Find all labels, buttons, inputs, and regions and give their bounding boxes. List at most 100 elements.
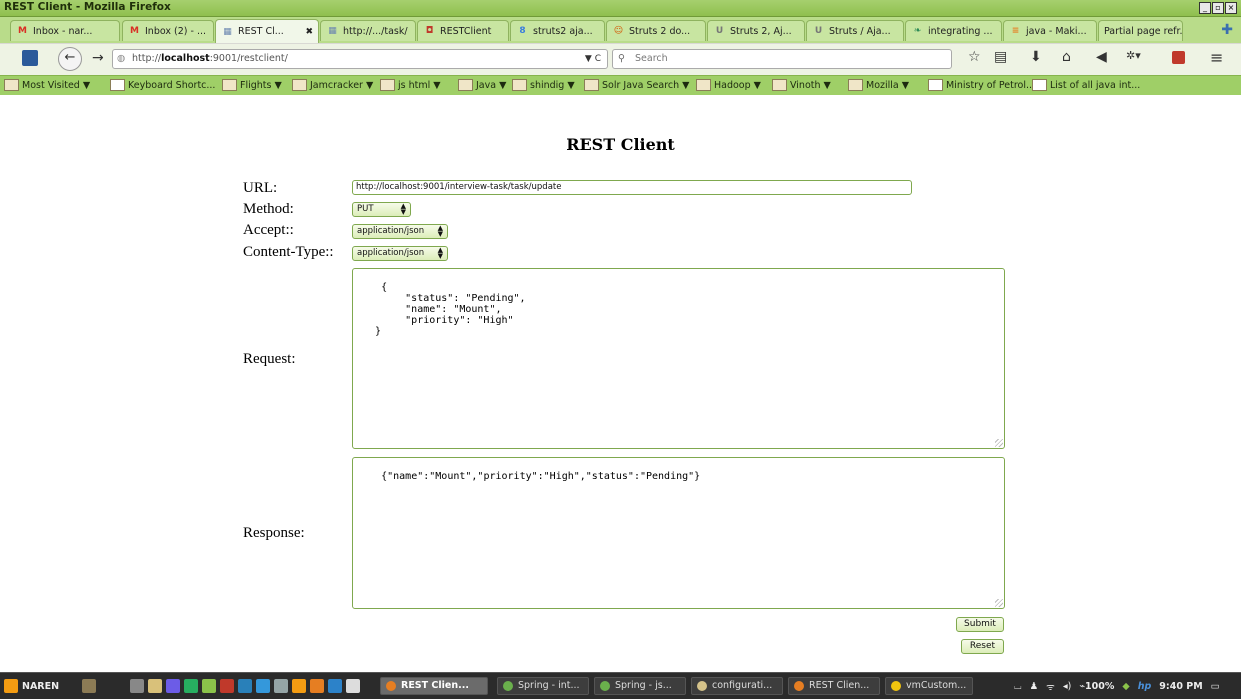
download-icon[interactable]: ⬇ bbox=[1030, 49, 1042, 65]
taskbar-app-3[interactable]: configurati... bbox=[691, 677, 783, 695]
tab-strip: ✚ M Inbox - nar... M Inbox (2) - ... ▦ REST C… bbox=[0, 17, 1241, 43]
home-folder-icon[interactable] bbox=[82, 679, 96, 693]
response-body: {"name":"Mount","priority":"High","statu… bbox=[381, 471, 701, 482]
bookmark-3[interactable]: Jamcracker ▼ bbox=[292, 79, 373, 91]
hamburger-menu-icon[interactable]: ≡ bbox=[1210, 48, 1223, 67]
request-textarea[interactable]: { "status": "Pending", "name": "Mount", … bbox=[352, 268, 1005, 449]
bookmark-12[interactable]: List of all java int... bbox=[1032, 79, 1140, 91]
battery-icon[interactable]: ⌁100% bbox=[1079, 681, 1114, 692]
tab-8[interactable]: U Struts / Aja... bbox=[806, 20, 904, 41]
bookmark-4[interactable]: js html ▼ bbox=[380, 79, 441, 91]
taskbar-app-1[interactable]: Spring - int... bbox=[497, 677, 589, 695]
volume-icon[interactable]: ◂) bbox=[1063, 681, 1071, 692]
taskbar-app-5[interactable]: vmCustom... bbox=[885, 677, 973, 695]
bookmark-0[interactable]: Most Visited ▼ bbox=[4, 79, 90, 91]
bookmark-9[interactable]: Vinoth ▼ bbox=[772, 79, 831, 91]
bookmark-2[interactable]: Flights ▼ bbox=[222, 79, 282, 91]
response-textarea[interactable]: {"name":"Mount","priority":"High","statu… bbox=[352, 457, 1005, 609]
resize-grip-icon[interactable] bbox=[995, 439, 1003, 447]
url-bar[interactable]: ◍ http://localhost:9001/restclient/ ▼ C bbox=[112, 49, 608, 69]
method-select[interactable]: PUT ▲ ▼ bbox=[352, 202, 411, 217]
bookmark-10[interactable]: Mozilla ▼ bbox=[848, 79, 909, 91]
app-icon[interactable] bbox=[346, 679, 360, 693]
tab-label: RESTClient bbox=[440, 25, 492, 37]
user-icon[interactable]: ♟ bbox=[1030, 681, 1039, 692]
reading-list-icon[interactable]: ▤ bbox=[994, 49, 1007, 65]
app-icon[interactable] bbox=[184, 679, 198, 693]
new-tab-icon[interactable]: ✚ bbox=[1221, 22, 1233, 38]
app-icon[interactable] bbox=[328, 679, 342, 693]
tab-1[interactable]: M Inbox (2) - ... bbox=[122, 20, 214, 41]
app-icon[interactable] bbox=[292, 679, 306, 693]
firefox-icon[interactable] bbox=[310, 679, 324, 693]
minimize-button[interactable]: _ bbox=[1199, 2, 1211, 14]
bookmark-5[interactable]: Java ▼ bbox=[458, 79, 506, 91]
window-controls: _ ▫ × bbox=[1199, 2, 1237, 14]
maximize-button[interactable]: ▫ bbox=[1212, 2, 1224, 14]
bookmark-6[interactable]: shindig ▼ bbox=[512, 79, 575, 91]
folder-icon bbox=[380, 79, 395, 91]
method-value: PUT bbox=[357, 204, 374, 214]
skype-icon[interactable] bbox=[256, 679, 270, 693]
taskbar-app-label: Spring - js... bbox=[615, 680, 672, 691]
tab-0[interactable]: M Inbox - nar... bbox=[10, 20, 120, 41]
search-input[interactable]: ⚲ Search bbox=[612, 49, 952, 69]
tab-4[interactable]: ◘ RESTClient bbox=[417, 20, 509, 41]
tab-7[interactable]: U Struts 2, Aj... bbox=[707, 20, 805, 41]
bookmark-7[interactable]: Solr Java Search ▼ bbox=[584, 79, 689, 91]
forward-arrow-icon[interactable]: → bbox=[92, 50, 104, 66]
url-field[interactable]: http://localhost:9001/interview-task/tas… bbox=[352, 180, 912, 195]
url-dropdown-reload-icons[interactable]: ▼ C bbox=[585, 50, 601, 68]
tab-2[interactable]: ▦ REST Cl... ✖ bbox=[215, 19, 319, 43]
bookmark-1[interactable]: Keyboard Shortc... bbox=[110, 79, 215, 91]
restclient-icon: ◘ bbox=[425, 26, 434, 36]
editor-icon[interactable] bbox=[166, 679, 180, 693]
bookmark-label: Jamcracker ▼ bbox=[310, 79, 374, 91]
tab-6[interactable]: ☺ Struts 2 do... bbox=[606, 20, 706, 41]
extension-icon[interactable]: ✲▾ bbox=[1126, 49, 1141, 62]
notification-icon[interactable]: ▭ bbox=[1211, 681, 1220, 692]
bookmark-11[interactable]: Ministry of Petrol... bbox=[928, 79, 1035, 91]
app-icon[interactable] bbox=[220, 679, 234, 693]
star-bookmark-icon[interactable]: ☆ bbox=[968, 49, 981, 65]
resize-grip-icon[interactable] bbox=[995, 599, 1003, 607]
tab-label: http://.../task/ bbox=[343, 25, 408, 37]
tab-3[interactable]: ▦ http://.../task/ bbox=[320, 20, 416, 41]
submit-button[interactable]: Submit bbox=[956, 617, 1004, 632]
tab-label: Struts / Aja... bbox=[829, 25, 891, 37]
bookmark-page-icon bbox=[1032, 79, 1047, 91]
close-window-button[interactable]: × bbox=[1225, 2, 1237, 14]
app-icon bbox=[794, 681, 804, 691]
back-arrow-icon[interactable]: ← bbox=[58, 47, 82, 71]
home-icon[interactable]: ⌂ bbox=[1062, 49, 1071, 65]
app-menu-icon[interactable] bbox=[22, 50, 38, 66]
reset-button[interactable]: Reset bbox=[961, 639, 1004, 654]
shield-icon[interactable]: ◆ bbox=[1122, 681, 1129, 692]
send-icon[interactable]: ◀ bbox=[1096, 49, 1107, 65]
taskbar-app-4[interactable]: REST Clien... bbox=[788, 677, 880, 695]
taskbar-app-2[interactable]: Spring - js... bbox=[594, 677, 686, 695]
desktop-icon[interactable] bbox=[130, 679, 144, 693]
app-icon[interactable] bbox=[202, 679, 216, 693]
tab-9[interactable]: ❧ integrating ... bbox=[905, 20, 1002, 41]
files-icon[interactable] bbox=[148, 679, 162, 693]
stackoverflow-icon: U bbox=[814, 26, 823, 36]
bookmark-label: Ministry of Petrol... bbox=[946, 79, 1036, 91]
content-type-select[interactable]: application/json ▲ ▼ bbox=[352, 246, 448, 261]
folder-icon bbox=[458, 79, 473, 91]
tray-icon[interactable]: ⌴ bbox=[1014, 681, 1022, 692]
start-menu[interactable]: NAREN bbox=[4, 677, 59, 695]
restclient-addon-icon[interactable] bbox=[1172, 51, 1185, 64]
taskbar-app-0[interactable]: REST Clien... bbox=[380, 677, 488, 695]
app-icon[interactable] bbox=[274, 679, 288, 693]
accept-select[interactable]: application/json ▲ ▼ bbox=[352, 224, 448, 239]
tab-10[interactable]: ≡ java - Maki... bbox=[1003, 20, 1097, 41]
menu-icon bbox=[4, 679, 18, 693]
bookmark-8[interactable]: Hadoop ▼ bbox=[696, 79, 761, 91]
tab-label: Inbox (2) - ... bbox=[145, 25, 206, 37]
tab-5[interactable]: 8 struts2 aja... bbox=[510, 20, 605, 41]
tab-11[interactable]: Partial page refr... bbox=[1098, 20, 1183, 41]
close-tab-icon[interactable]: ✖ bbox=[302, 27, 313, 37]
app-icon[interactable] bbox=[238, 679, 252, 693]
wifi-icon[interactable]: ᯤ bbox=[1046, 680, 1055, 693]
